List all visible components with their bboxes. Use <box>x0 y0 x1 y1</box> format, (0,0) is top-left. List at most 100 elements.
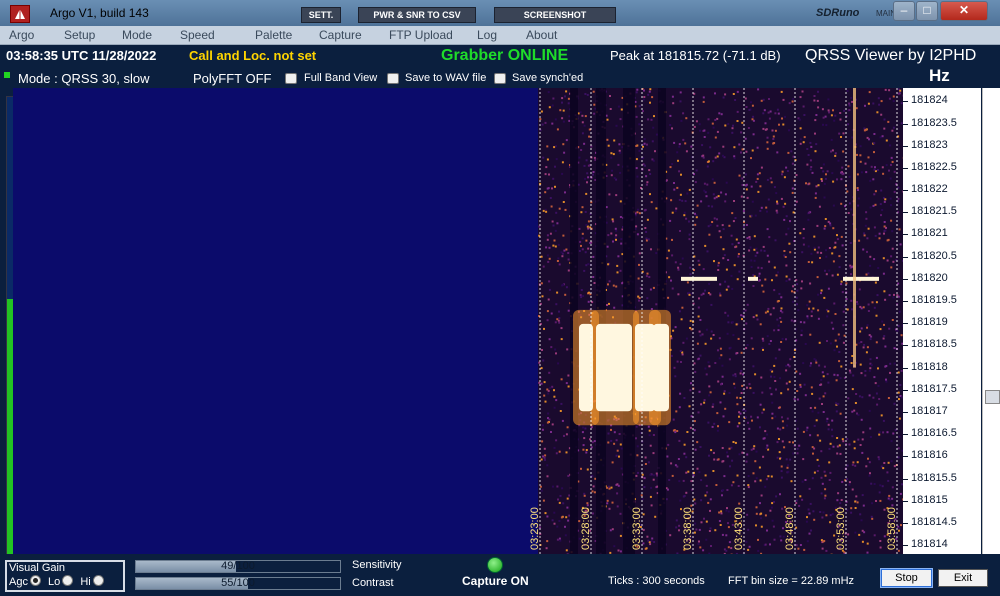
scale-tick <box>903 212 908 214</box>
scale-tick <box>903 167 908 169</box>
cw-trace <box>843 276 879 281</box>
agc-radio[interactable] <box>29 575 41 586</box>
fft-bin-readout: FFT bin size = 22.89 mHz <box>728 575 855 587</box>
scale-label: 181814 <box>911 538 948 551</box>
scale-tick <box>903 411 908 413</box>
menu-bar: Argo Setup Mode Speed Palette Capture FT… <box>0 26 1000 45</box>
menu-speed[interactable]: Speed <box>180 28 215 42</box>
menu-palette[interactable]: Palette <box>255 28 292 42</box>
grabber-status: Grabber ONLINE <box>441 47 569 64</box>
cw-trace <box>748 276 758 281</box>
cw-trace <box>681 276 717 281</box>
minimize-icon[interactable]: – <box>893 1 915 21</box>
full-band-view-label: Full Band View <box>304 72 378 84</box>
scale-tick <box>903 145 908 147</box>
scale-label: 181817 <box>911 404 948 417</box>
frequency-scrollbar[interactable] <box>982 88 1000 554</box>
mode-label: Mode : QRSS 30, slow <box>18 71 150 86</box>
menu-mode[interactable]: Mode <box>122 28 152 42</box>
time-marker-label: 03:23:00 <box>529 507 541 550</box>
scale-tick <box>903 389 908 391</box>
contrast-label: Contrast <box>352 577 394 589</box>
scale-label: 181816 <box>911 449 948 462</box>
viewer-title: QRSS Viewer by I2PHD <box>805 47 977 64</box>
scale-label: 181818.5 <box>911 338 957 351</box>
capture-led-icon <box>487 557 503 573</box>
argo-window: Argo V1, build 143 SETT. PWR & SNR TO CS… <box>0 0 1000 596</box>
ticks-readout: Ticks : 300 seconds <box>608 575 705 587</box>
visual-gain-group: Visual Gain Agc Lo Hi <box>5 560 125 592</box>
scale-label: 181822.5 <box>911 160 957 173</box>
scale-tick <box>903 345 908 347</box>
lo-radio[interactable] <box>62 575 74 586</box>
scale-tick <box>903 234 908 236</box>
utc-clock: 03:58:35 UTC 11/28/2022 <box>6 48 157 63</box>
scale-label: 181820 <box>911 271 948 284</box>
scale-label: 181823.5 <box>911 116 957 129</box>
scale-tick <box>903 190 908 192</box>
scale-label: 181815 <box>911 493 948 506</box>
time-marker-label: 03:28:00 <box>580 507 592 550</box>
sensitivity-slider[interactable]: 49/100 <box>135 560 341 573</box>
scale-tick <box>903 367 908 369</box>
scale-tick <box>903 323 908 325</box>
scale-tick <box>903 256 908 258</box>
peak-readout: Peak at 181815.72 (-71.1 dB) <box>610 48 781 63</box>
scale-label: 181821.5 <box>911 205 957 218</box>
time-marker-label: 03:48:00 <box>784 507 796 550</box>
scale-label: 181819.5 <box>911 294 957 307</box>
scale-tick <box>903 123 908 125</box>
time-marker-label: 03:53:00 <box>835 507 847 550</box>
stop-button[interactable]: Stop <box>881 569 932 587</box>
save-wav-checkbox[interactable] <box>387 73 399 84</box>
time-marker-label: 03:43:00 <box>733 507 745 550</box>
visual-gain-options: Agc Lo Hi <box>9 575 108 588</box>
scale-label: 181822 <box>911 183 948 196</box>
scale-tick <box>903 522 908 524</box>
bottom-panel: Visual Gain Agc Lo Hi 49/100 Sensitivity… <box>0 554 1000 596</box>
scale-tick <box>903 101 908 103</box>
capture-status: Capture ON <box>462 574 529 588</box>
contrast-value: 55/100 <box>221 577 255 589</box>
call-loc-status: Call and Loc. not set <box>189 48 317 63</box>
menu-capture[interactable]: Capture <box>319 28 362 42</box>
scale-label: 181819 <box>911 316 948 329</box>
time-marker-label: 03:58:00 <box>886 507 898 550</box>
visual-gain-title: Visual Gain <box>9 562 66 574</box>
lo-label: Lo <box>48 576 61 588</box>
hi-label: Hi <box>80 576 91 588</box>
scale-tick <box>903 478 908 480</box>
window-title: Argo V1, build 143 <box>50 6 149 20</box>
scale-label: 181818 <box>911 360 948 373</box>
spectrogram-canvas: 03:23:00 03:28:00 03:33:00 03:38:00 03:43:00… <box>529 88 903 554</box>
polyfft-status[interactable]: PolyFFT OFF <box>193 71 271 86</box>
menu-about[interactable]: About <box>526 28 557 42</box>
signal-core <box>596 323 632 412</box>
save-wav-label: Save to WAV file <box>405 72 487 84</box>
contrast-slider[interactable]: 55/100 <box>135 577 341 590</box>
scale-label: 181823 <box>911 138 948 151</box>
menu-argo[interactable]: Argo <box>9 28 34 42</box>
scale-tick <box>903 545 908 547</box>
maximize-icon[interactable]: □ <box>916 1 938 21</box>
pwr-snr-csv-button[interactable]: PWR & SNR TO CSV <box>358 7 476 23</box>
status-line: 03:58:35 UTC 11/28/2022 Call and Loc. no… <box>0 45 1000 65</box>
menu-ftp-upload[interactable]: FTP Upload <box>389 28 453 42</box>
scrollbar-thumb[interactable] <box>985 390 1000 404</box>
full-band-view-checkbox[interactable] <box>285 73 297 84</box>
screenshot-button[interactable]: SCREENSHOT <box>494 7 616 23</box>
time-marker-label: 03:38:00 <box>682 507 694 550</box>
mode-indicator-led <box>4 72 10 78</box>
menu-log[interactable]: Log <box>477 28 497 42</box>
close-icon[interactable]: ✕ <box>940 1 988 21</box>
save-synched-checkbox[interactable] <box>494 73 506 84</box>
menu-setup[interactable]: Setup <box>64 28 95 42</box>
exit-button[interactable]: Exit <box>938 569 988 587</box>
settings-button[interactable]: SETT. <box>301 7 341 23</box>
time-marker-label: 03:33:00 <box>631 507 643 550</box>
spectrogram-waterfall[interactable]: 03:23:00 03:28:00 03:33:00 03:38:00 03:43:00… <box>13 88 903 554</box>
sensitivity-value: 49/100 <box>221 560 255 572</box>
frequency-scale: 181824 181823.5 181823 181822.5 181822 181821… <box>903 88 981 554</box>
hi-radio[interactable] <box>92 575 104 586</box>
scale-label: 181821 <box>911 227 948 240</box>
